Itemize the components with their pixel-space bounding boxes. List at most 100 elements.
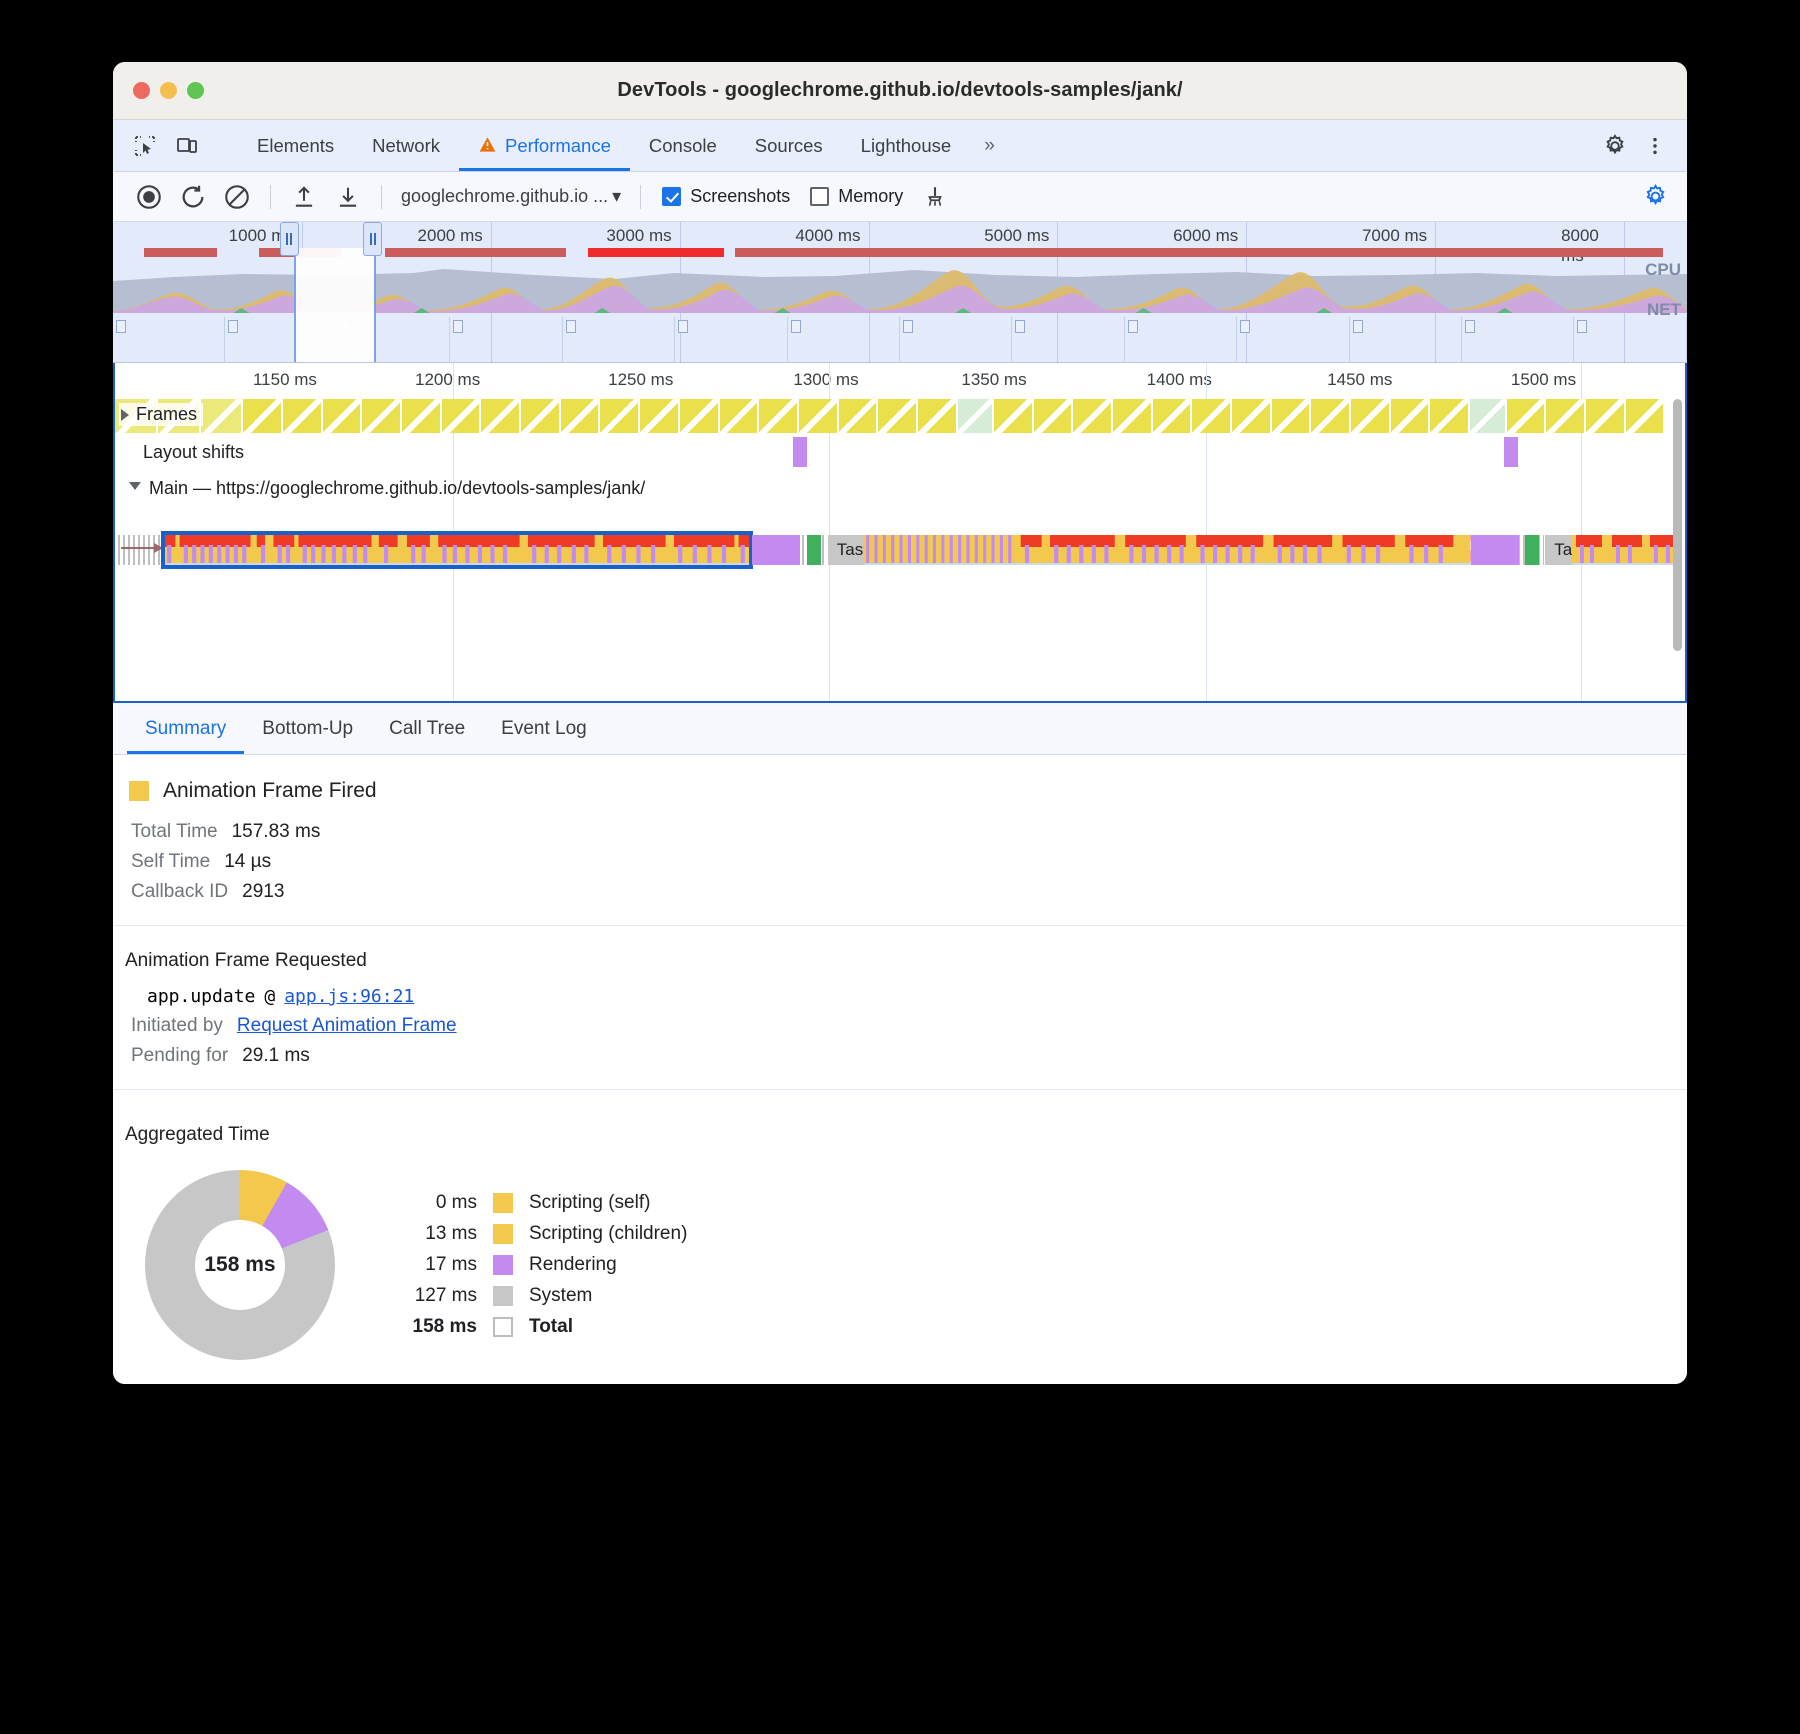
frames-track[interactable]: Frames	[115, 397, 1685, 435]
filmstrip-frame[interactable]	[1350, 317, 1462, 363]
close-window-button[interactable]	[133, 82, 150, 99]
tab-lighthouse[interactable]: Lighthouse	[842, 120, 971, 171]
source-location-link[interactable]: app.js:96:21	[284, 986, 414, 1007]
filmstrip-frame[interactable]	[1574, 317, 1686, 363]
timeline-overview[interactable]: 1000 ms 2000 ms 3000 ms 4000 ms 5000 ms …	[113, 222, 1687, 363]
overview-right-handle[interactable]	[363, 222, 382, 256]
donut-center-label: 158 ms	[195, 1220, 285, 1310]
frames-strip[interactable]	[115, 399, 1685, 433]
legend-row-rendering[interactable]: 17 ms Rendering	[383, 1254, 687, 1276]
detail-row-callback-id: Callback ID 2913	[113, 877, 1687, 907]
screenshot-thumbnail	[1465, 320, 1475, 333]
legend-label: Scripting (self)	[529, 1192, 650, 1214]
filmstrip-frame[interactable]	[788, 317, 900, 363]
filmstrip-frame[interactable]	[113, 317, 225, 363]
filmstrip-frame[interactable]	[675, 317, 787, 363]
maximize-window-button[interactable]	[187, 82, 204, 99]
overview-left-handle[interactable]	[280, 222, 299, 256]
legend-row-scripting-children[interactable]: 13 ms Scripting (children)	[383, 1223, 687, 1245]
initiated-by-link[interactable]: Request Animation Frame	[223, 1015, 457, 1037]
screenshot-thumbnail	[903, 320, 913, 333]
expand-triangle-icon[interactable]	[121, 409, 129, 421]
painting-bar[interactable]	[807, 535, 821, 565]
main-thread-track-header[interactable]: Main — https://googlechrome.github.io/de…	[115, 473, 1685, 507]
tab-console[interactable]: Console	[630, 120, 736, 171]
detail-key: Initiated by	[131, 1015, 223, 1037]
memory-checkbox[interactable]: Memory	[802, 186, 911, 207]
toolbar-divider	[640, 185, 641, 209]
legend-value: 127 ms	[383, 1285, 493, 1307]
tab-performance[interactable]: Performance	[459, 120, 630, 171]
inspect-element-icon[interactable]	[127, 130, 163, 162]
checkbox-box[interactable]	[662, 187, 681, 206]
event-name: Animation Frame Fired	[163, 779, 377, 803]
tab-sources[interactable]: Sources	[736, 120, 842, 171]
screenshot-thumbnail	[453, 320, 463, 333]
record-icon[interactable]	[129, 179, 169, 215]
cpu-label: CPU	[1645, 260, 1681, 280]
painting-bar[interactable]	[1525, 535, 1539, 565]
layout-shifts-track[interactable]: Layout shifts	[115, 435, 1685, 473]
flame-tick: 1300 ms	[793, 370, 868, 390]
device-toolbar-icon[interactable]	[169, 130, 205, 162]
filmstrip-frame[interactable]	[563, 317, 675, 363]
frames-group-header[interactable]: Frames	[119, 403, 203, 426]
flame-chart[interactable]: 1150 ms 1200 ms 1250 ms 1300 ms 1350 ms …	[113, 363, 1687, 703]
filmstrip-frame[interactable]	[450, 317, 562, 363]
rendering-bar[interactable]	[752, 535, 799, 565]
stack-at-symbol: @	[255, 986, 284, 1007]
layout-shift-marker[interactable]	[1504, 437, 1518, 467]
detail-row-self-time: Self Time 14 µs	[113, 847, 1687, 877]
reload-record-icon[interactable]	[173, 179, 213, 215]
tab-network[interactable]: Network	[353, 120, 459, 171]
save-profile-icon[interactable]	[328, 179, 368, 215]
tab-label: Network	[372, 135, 440, 157]
flame-tick: 1500 ms	[1511, 370, 1586, 390]
overview-tick: 3000 ms	[606, 226, 679, 246]
more-vertical-icon[interactable]	[1637, 130, 1673, 162]
tab-elements[interactable]: Elements	[238, 120, 353, 171]
collapse-triangle-icon[interactable]	[129, 482, 141, 496]
layout-shift-marker[interactable]	[793, 437, 807, 467]
screenshot-thumbnail	[566, 320, 576, 333]
minimize-window-button[interactable]	[160, 82, 177, 99]
details-tabbar: Summary Bottom-Up Call Tree Event Log	[113, 703, 1687, 755]
more-tabs-icon[interactable]: »	[970, 120, 1009, 171]
tab-event-log[interactable]: Event Log	[483, 703, 605, 754]
legend-swatch	[493, 1286, 513, 1306]
legend-row-system[interactable]: 127 ms System	[383, 1285, 687, 1307]
tab-call-tree[interactable]: Call Tree	[371, 703, 483, 754]
tab-bottom-up[interactable]: Bottom-Up	[244, 703, 371, 754]
child-bars-row[interactable]	[1572, 535, 1682, 563]
legend-label: Rendering	[529, 1254, 617, 1276]
filmstrip-frame[interactable]	[1125, 317, 1237, 363]
chevron-down-icon: ▾	[612, 186, 621, 207]
overview-selection-window[interactable]	[294, 248, 376, 362]
legend-label: Scripting (children)	[529, 1223, 687, 1245]
tab-label: Console	[649, 135, 717, 157]
rendering-bar[interactable]	[1471, 535, 1518, 565]
broom-icon[interactable]	[915, 179, 955, 215]
tabbar-actions	[1576, 120, 1687, 171]
screenshots-checkbox[interactable]: Screenshots	[654, 186, 798, 207]
clear-icon[interactable]	[217, 179, 257, 215]
filmstrip-frame[interactable]	[1237, 317, 1349, 363]
tab-summary[interactable]: Summary	[127, 703, 244, 754]
flame-stack[interactable]: Task Task Task Animation Frame Fired Ani…	[115, 535, 1685, 701]
child-bars-row[interactable]	[165, 535, 749, 563]
legend-swatch	[493, 1255, 513, 1275]
filmstrip-frame[interactable]	[1462, 317, 1574, 363]
legend-row-scripting-self[interactable]: 0 ms Scripting (self)	[383, 1192, 687, 1214]
checkbox-box[interactable]	[810, 187, 829, 206]
load-profile-icon[interactable]	[284, 179, 324, 215]
child-bars-row[interactable]	[864, 535, 1470, 563]
capture-settings-gear-icon[interactable]	[1635, 179, 1675, 215]
flame-chart-scrollbar[interactable]	[1673, 399, 1682, 651]
filmstrip-frame[interactable]	[1012, 317, 1124, 363]
origin-select[interactable]: googlechrome.github.io ... ▾	[395, 186, 627, 207]
animation-frame-requested-section: Animation Frame Requested app.update @ a…	[113, 926, 1687, 1090]
toolbar-divider	[381, 185, 382, 209]
filmstrip-frame[interactable]	[900, 317, 1012, 363]
gear-icon[interactable]	[1597, 130, 1633, 162]
origin-select-value: googlechrome.github.io ...	[401, 186, 608, 207]
